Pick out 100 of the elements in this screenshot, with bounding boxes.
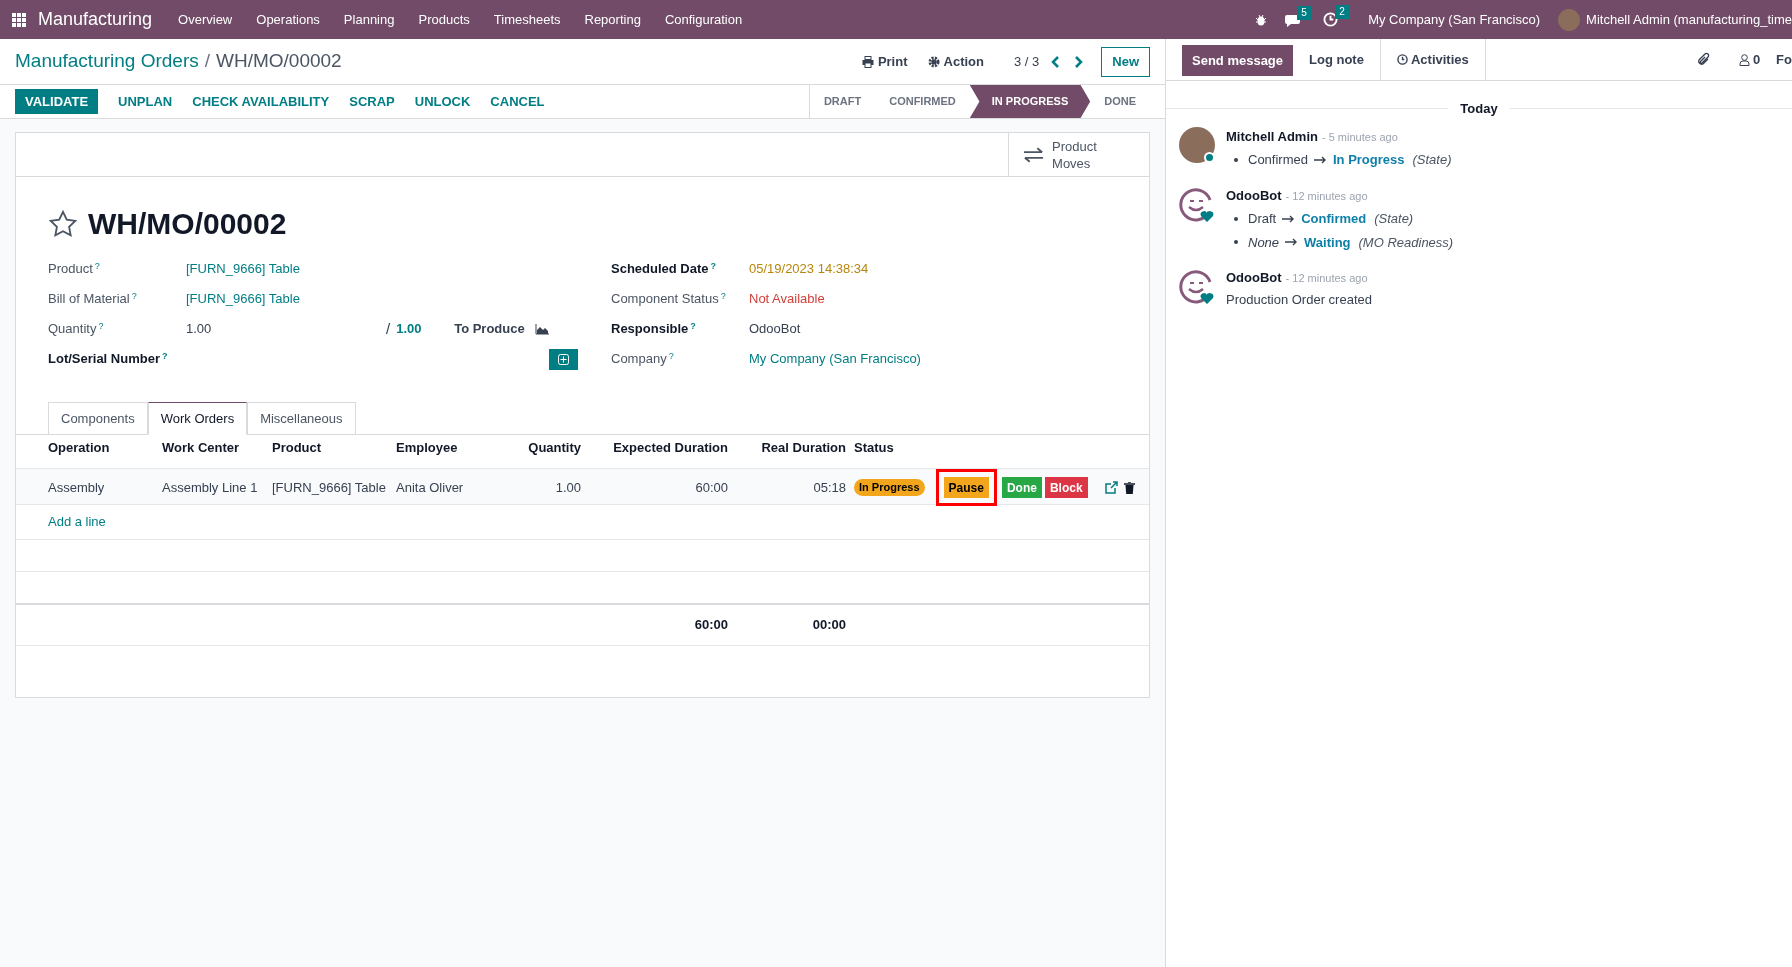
company-switcher[interactable]: My Company (San Francisco) [1368,9,1541,30]
status-stage[interactable]: IN PROGRESS [969,85,1091,118]
status-stage[interactable]: DRAFT [809,85,876,118]
activities-button[interactable]: Activities [1379,38,1486,81]
form-tab[interactable]: Miscellaneous [247,402,356,435]
arrow-right-icon [1285,238,1299,247]
chat-icon[interactable] [1285,12,1302,27]
message-author[interactable]: Mitchell Admin [1226,126,1318,146]
product-moves-button[interactable]: Product Moves [1008,133,1149,176]
star-icon[interactable] [48,209,78,238]
message-body: Production Order created [1226,290,1372,309]
external-link-icon[interactable] [1104,481,1118,494]
record-title: WH/MO/00002 [88,206,287,242]
status-stage[interactable]: DONE [1090,85,1150,118]
field-label: Bill of Material$^{?}$ [48,289,138,309]
help-tooltip-mark[interactable]: ? [690,320,696,331]
column-header[interactable]: Work Center [162,438,272,458]
new-button[interactable]: New [1101,46,1150,77]
trash-icon[interactable] [1123,481,1135,494]
menu-item[interactable]: Timesheets [481,9,573,30]
table-cell-text: 60:00 [694,478,728,497]
field-name: (State) [1374,210,1414,228]
bug-icon[interactable] [1255,13,1268,26]
validate-button[interactable]: VALIDATE [15,89,99,114]
to-produce-label: To Produce [454,320,525,339]
action-link[interactable]: SCRAP [339,89,405,114]
pager-value: 3 / 3 [1013,52,1040,71]
message-time: - 5 minutes ago [1321,129,1398,145]
help-tooltip-mark[interactable]: ? [131,290,137,301]
form-tab[interactable]: Components [48,402,148,435]
plus-square-icon [558,353,569,365]
column-header[interactable]: Operation [48,438,162,458]
action-link[interactable]: UNLOCK [404,89,481,114]
new-value: Waiting [1304,233,1351,252]
help-tooltip-mark[interactable]: ? [98,320,104,331]
bullet [1234,157,1238,162]
column-header[interactable]: Quantity [506,438,581,458]
add-line-link[interactable]: Add a line [48,512,106,532]
arrow-right-icon [1313,155,1327,164]
menu-item[interactable]: Configuration [652,9,755,30]
old-value: None [1248,233,1280,252]
column-header[interactable]: Employee [396,438,506,458]
message-author[interactable]: OdooBot [1226,268,1282,288]
menu-item[interactable]: Planning [331,9,407,30]
help-tooltip-mark[interactable]: ? [668,350,674,361]
chevron-left-icon[interactable] [1051,55,1062,68]
breadcrumb-link[interactable]: Manufacturing Orders [15,47,199,76]
help-tooltip-mark[interactable]: ? [720,290,726,301]
action-link[interactable]: CHECK AVAILABILITY [182,89,340,114]
field-label: Quantity$^{?}$ [48,319,105,339]
print-button[interactable]: Print [861,51,908,72]
total-expected-duration: 60:00 [693,616,728,635]
action-link[interactable]: CANCEL [480,89,555,114]
slash-text: / [386,318,391,339]
message-time: - 12 minutes ago [1285,271,1368,286]
help-tooltip-mark[interactable]: ? [161,350,168,361]
field-link[interactable]: [FURN_9666] Table [186,259,300,279]
follow-button[interactable]: Fo [1776,49,1792,70]
breadcrumb-separator: / [204,49,211,74]
send-message-button[interactable]: Send message [1182,45,1294,76]
field-link[interactable]: [FURN_9666] Table [186,289,300,309]
smiley-avatar-icon [1179,268,1215,304]
clock-icon[interactable] [1323,12,1339,27]
form-tab[interactable]: Work Orders [147,402,248,435]
status-stage[interactable]: CONFIRMED [875,85,970,118]
table-cell-text: Assembly Line 1 [162,478,259,497]
user-menu[interactable]: Mitchell Admin (manufacturing_time [1586,9,1792,30]
menu-item[interactable]: Operations [244,9,332,30]
help-tooltip-mark[interactable]: ? [710,260,717,271]
log-note-button[interactable]: Log note [1293,39,1380,80]
action-link[interactable]: UNPLAN [108,89,183,114]
menu-item[interactable]: Overview [166,9,245,30]
message-author[interactable]: OdooBot [1226,185,1282,205]
app-title[interactable]: Manufacturing [38,6,153,33]
field-label: Responsible$^{?}$ [611,319,697,339]
area-chart-icon[interactable] [534,323,549,335]
column-header[interactable]: Expected Duration [581,438,728,458]
quantity-value[interactable]: 1.00 [186,319,386,339]
table-cell-text: [FURN_9666] Table [272,478,387,497]
workorder-button[interactable]: Pause [943,477,989,498]
action-button[interactable]: Action [927,51,984,72]
help-tooltip-mark[interactable]: ? [94,260,100,271]
paperclip-icon[interactable] [1696,52,1711,67]
add-lot-button[interactable] [549,348,578,370]
gear-icon [927,55,940,68]
status-badge: In Progress [854,479,925,496]
menu-item[interactable]: Products [406,9,482,30]
workorder-button[interactable]: Block [1044,477,1088,498]
menu-item[interactable]: Reporting [572,9,653,30]
bullet [1234,240,1238,245]
column-header[interactable]: Product [272,438,396,458]
app-grid-icon[interactable] [12,12,26,27]
field-value[interactable]: My Company (San Francisco) [749,349,921,369]
followers-button[interactable]: 0 [1738,49,1761,70]
field-label: Product$^{?}$ [48,259,101,279]
chevron-right-icon[interactable] [1073,55,1084,68]
column-header[interactable]: Status [846,438,1149,458]
column-header[interactable]: Real Duration [728,438,846,458]
day-separator: Today [1459,100,1499,118]
bullet [1234,216,1238,221]
